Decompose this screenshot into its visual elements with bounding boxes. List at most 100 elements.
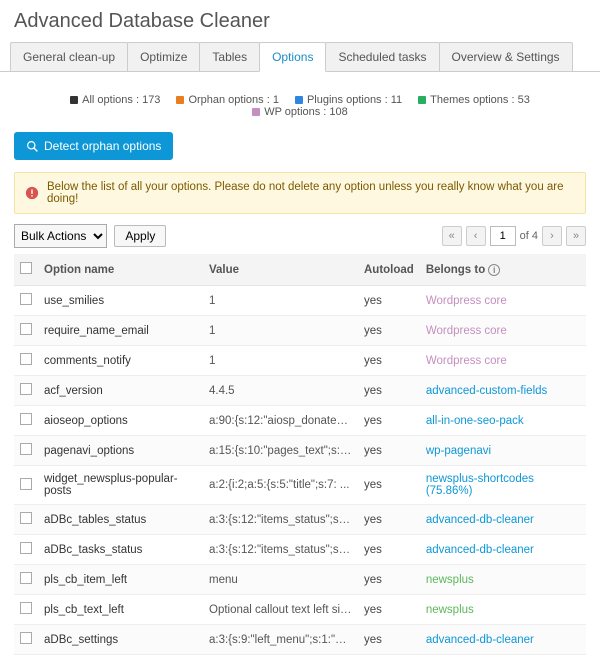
pager-next[interactable]: › xyxy=(542,226,562,246)
swatch-icon xyxy=(70,96,78,104)
tab-options[interactable]: Options xyxy=(259,42,326,72)
cell-belongs[interactable]: newsplus-shortcodes (75.86%) xyxy=(420,466,586,505)
row-checkbox[interactable] xyxy=(14,625,38,655)
tab-content: All options : 173 Orphan options : 1 Plugi… xyxy=(0,72,600,667)
options-table: Option name Value Autoload Belongs toi u… xyxy=(14,254,586,655)
checkbox-icon xyxy=(20,542,32,554)
table-row: use_smilies1yesWordpress core xyxy=(14,286,586,316)
table-row: acf_version4.4.5yesadvanced-custom-field… xyxy=(14,376,586,406)
row-checkbox[interactable] xyxy=(14,346,38,376)
th-name[interactable]: Option name xyxy=(38,254,203,286)
row-checkbox[interactable] xyxy=(14,505,38,535)
row-checkbox[interactable] xyxy=(14,466,38,505)
row-checkbox[interactable] xyxy=(14,595,38,625)
row-checkbox[interactable] xyxy=(14,406,38,436)
cell-value: 1 xyxy=(203,316,358,346)
cell-belongs[interactable]: advanced-db-cleaner xyxy=(420,625,586,655)
cell-belongs[interactable]: advanced-custom-fields xyxy=(420,376,586,406)
page-title: Advanced Database Cleaner xyxy=(0,0,600,41)
swatch-icon xyxy=(176,96,184,104)
legend-item[interactable]: Plugins options : 11 xyxy=(295,94,402,106)
row-checkbox[interactable] xyxy=(14,535,38,565)
detect-orphan-label: Detect orphan options xyxy=(44,139,161,153)
legend-label: WP options : 108 xyxy=(264,106,348,118)
bulk-actions: Bulk Actions Apply xyxy=(14,224,166,248)
cell-belongs[interactable]: newsplus xyxy=(420,565,586,595)
row-checkbox[interactable] xyxy=(14,436,38,466)
tab-bar: General clean-upOptimizeTablesOptionsSch… xyxy=(0,41,600,72)
cell-value: menu xyxy=(203,565,358,595)
cell-name: acf_version xyxy=(38,376,203,406)
th-value: Value xyxy=(203,254,358,286)
checkbox-icon xyxy=(20,293,32,305)
cell-autoload: yes xyxy=(358,286,420,316)
cell-belongs[interactable]: advanced-db-cleaner xyxy=(420,505,586,535)
checkbox-icon xyxy=(20,353,32,365)
table-row: widget_newsplus-popular-postsa:2:{i:2;a:… xyxy=(14,466,586,505)
table-row: pls_cb_item_leftmenuyesnewsplus xyxy=(14,565,586,595)
checkbox-icon xyxy=(20,602,32,614)
table-row: comments_notify1yesWordpress core xyxy=(14,346,586,376)
bulk-select[interactable]: Bulk Actions xyxy=(14,224,107,248)
pager-last[interactable]: » xyxy=(566,226,586,246)
pager-prev[interactable]: ‹ xyxy=(466,226,486,246)
cell-autoload: yes xyxy=(358,595,420,625)
cell-autoload: yes xyxy=(358,466,420,505)
cell-belongs[interactable]: Wordpress core xyxy=(420,316,586,346)
cell-name: aDBc_tables_status xyxy=(38,505,203,535)
table-row: aDBc_tasks_statusa:3:{s:12:"items_status… xyxy=(14,535,586,565)
checkbox-icon xyxy=(20,413,32,425)
legend-label: Themes options : 53 xyxy=(430,94,530,106)
detect-orphan-button[interactable]: Detect orphan options xyxy=(14,132,173,160)
pager-current[interactable] xyxy=(490,226,516,246)
legend-label: Orphan options : 1 xyxy=(188,94,279,106)
cell-autoload: yes xyxy=(358,436,420,466)
legend-item[interactable]: All options : 173 xyxy=(70,94,160,106)
pager-first[interactable]: « xyxy=(442,226,462,246)
checkbox-icon xyxy=(20,632,32,644)
table-row: aioseop_optionsa:90:{s:12:"aiosp_donate"… xyxy=(14,406,586,436)
th-checkbox[interactable] xyxy=(14,254,38,286)
apply-button[interactable]: Apply xyxy=(114,225,166,247)
cell-value: 1 xyxy=(203,286,358,316)
cell-value: a:3:{s:9:"left_menu";s:1:"1";s ... xyxy=(203,625,358,655)
row-checkbox[interactable] xyxy=(14,565,38,595)
legend-item[interactable]: WP options : 108 xyxy=(252,106,348,118)
toolbar: Bulk Actions Apply « ‹ of 4 › » xyxy=(14,224,586,248)
cell-name: pls_cb_item_left xyxy=(38,565,203,595)
tab-optimize[interactable]: Optimize xyxy=(127,42,200,71)
cell-belongs[interactable]: Wordpress core xyxy=(420,286,586,316)
cell-belongs[interactable]: newsplus xyxy=(420,595,586,625)
cell-belongs[interactable]: all-in-one-seo-pack xyxy=(420,406,586,436)
th-autoload: Autoload xyxy=(358,254,420,286)
cell-name: require_name_email xyxy=(38,316,203,346)
tab-general-clean-up[interactable]: General clean-up xyxy=(10,42,128,71)
legend-label: All options : 173 xyxy=(82,94,160,106)
cell-belongs[interactable]: wp-pagenavi xyxy=(420,436,586,466)
cell-autoload: yes xyxy=(358,535,420,565)
cell-value: a:90:{s:12:"aiosp_donate";s:0: ... xyxy=(203,406,358,436)
pager: « ‹ of 4 › » xyxy=(442,226,586,246)
row-checkbox[interactable] xyxy=(14,376,38,406)
table-row: require_name_email1yesWordpress core xyxy=(14,316,586,346)
cell-name: pls_cb_text_left xyxy=(38,595,203,625)
tab-tables[interactable]: Tables xyxy=(199,42,260,71)
pager-total: of 4 xyxy=(520,230,538,242)
cell-belongs[interactable]: Wordpress core xyxy=(420,346,586,376)
swatch-icon xyxy=(418,96,426,104)
row-checkbox[interactable] xyxy=(14,316,38,346)
swatch-icon xyxy=(295,96,303,104)
cell-value: Optional callout text left sid ... xyxy=(203,595,358,625)
cell-value: 1 xyxy=(203,346,358,376)
swatch-icon xyxy=(252,108,260,116)
cell-name: widget_newsplus-popular-posts xyxy=(38,466,203,505)
cell-autoload: yes xyxy=(358,505,420,535)
legend-item[interactable]: Themes options : 53 xyxy=(418,94,530,106)
tab-overview-settings[interactable]: Overview & Settings xyxy=(439,42,573,71)
table-row: aDBc_settingsa:3:{s:9:"left_menu";s:1:"1… xyxy=(14,625,586,655)
checkbox-icon xyxy=(20,572,32,584)
row-checkbox[interactable] xyxy=(14,286,38,316)
cell-belongs[interactable]: advanced-db-cleaner xyxy=(420,535,586,565)
tab-scheduled-tasks[interactable]: Scheduled tasks xyxy=(325,42,439,71)
legend-item[interactable]: Orphan options : 1 xyxy=(176,94,279,106)
